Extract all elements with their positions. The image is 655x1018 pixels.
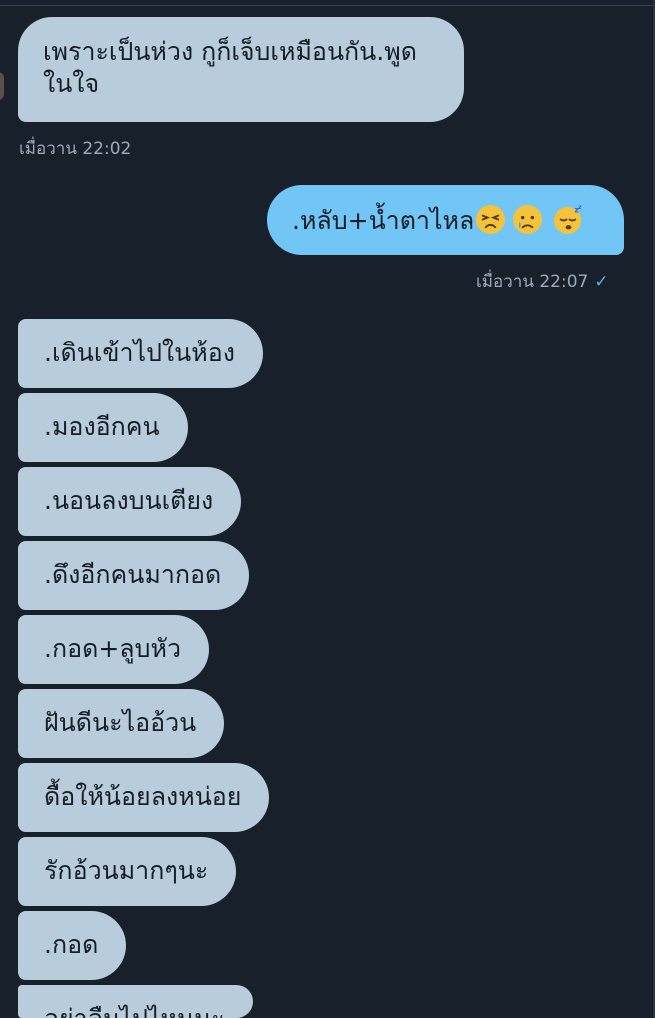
message-text: ฝันดีนะไออ้วน — [44, 708, 197, 737]
message-text: .กอด — [44, 930, 99, 959]
message-text: .กอด+ลูบหัว — [44, 634, 181, 663]
message-text: ดื้อให้น้อยลงหน่อย — [44, 782, 242, 811]
avatar[interactable] — [0, 72, 4, 100]
message-bubble-incoming[interactable]: .กอด+ลูบหัว — [18, 615, 209, 684]
message-text: เพราะเป็นห่วง กูก็เจ็บเหมือนกัน.พูดในใจ — [43, 37, 417, 98]
message-bubble-outgoing[interactable]: .หลับ+น้ำตาไหล z z — [267, 185, 624, 255]
message-bubble-incoming[interactable]: อย่าลืมไปไหนนะ — [18, 985, 253, 1018]
message-bubble-incoming[interactable]: .มองอีกคน — [18, 393, 188, 462]
message-bubble-incoming[interactable]: เพราะเป็นห่วง กูก็เจ็บเหมือนกัน.พูดในใจ — [18, 17, 464, 122]
svg-text:z: z — [579, 205, 583, 211]
message-bubble-incoming[interactable]: .กอด — [18, 911, 127, 980]
top-divider — [0, 5, 655, 6]
check-icon: ✓ — [594, 272, 609, 292]
message-bubble-incoming[interactable]: .ดึงอีกคนมากอด — [18, 541, 250, 610]
message-bubble-incoming[interactable]: รักอ้วนมากๆนะ — [18, 837, 237, 906]
message-bubble-incoming[interactable]: ฝันดีนะไออ้วน — [18, 689, 225, 758]
sleeping-face-icon: z z — [554, 205, 583, 235]
message-bubble-incoming[interactable]: ดื้อให้น้อยลงหน่อย — [18, 763, 270, 832]
message-bubble-incoming[interactable]: .เดินเข้าไปในห้อง — [18, 319, 263, 388]
message-text: .เดินเข้าไปในห้อง — [44, 338, 235, 367]
message-text: .นอนลงบนเตียง — [44, 486, 214, 515]
message-text: .หลับ+น้ำตาไหล — [292, 206, 475, 235]
crying-face-icon — [513, 204, 543, 235]
message-timestamp: เมื่อวาน 22:07 ✓ — [476, 268, 609, 295]
timestamp-text: เมื่อวาน 22:07 — [476, 272, 589, 292]
message-text: .ดึงอีกคนมากอด — [44, 560, 222, 589]
message-timestamp: เมื่อวาน 22:02 — [19, 139, 132, 159]
message-bubble-incoming[interactable]: .นอนลงบนเตียง — [18, 467, 242, 536]
persevering-face-icon — [476, 204, 506, 235]
message-text: อย่าลืมไปไหนนะ — [44, 1004, 225, 1018]
message-text: รักอ้วนมากๆนะ — [44, 856, 209, 885]
message-text: .มองอีกคน — [44, 412, 160, 441]
